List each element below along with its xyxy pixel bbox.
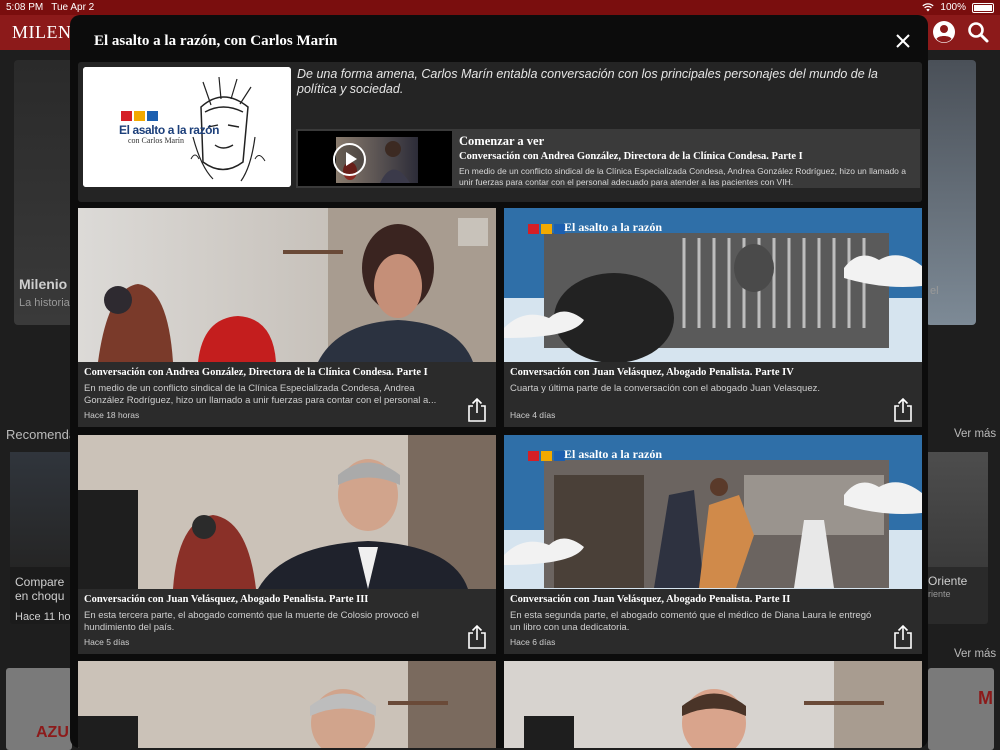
continue-watching-card[interactable]: Comenzar a ver Conversación con Andrea G…: [296, 129, 920, 188]
episode-description: En medio de un conflicto sindical de la …: [84, 383, 437, 406]
episode-thumbnail[interactable]: [78, 661, 496, 748]
share-icon[interactable]: [466, 624, 488, 650]
cover-subtitle: con Carlos Marín: [128, 136, 184, 145]
program-cover-image: El asalto a la razón con Carlos Marín: [83, 67, 291, 187]
thumb-brand-mark: [528, 224, 565, 234]
cover-title: El asalto a la razón: [119, 123, 220, 137]
episode-thumbnail[interactable]: [78, 208, 496, 362]
background-hero-title: Milenio: [19, 276, 68, 292]
see-more-link[interactable]: Ver más: [954, 428, 996, 440]
status-bar: 5:08 PM Tue Apr 2 100%: [0, 0, 1000, 15]
episode-thumbnail[interactable]: El asalto a la razón: [504, 208, 922, 362]
episode-thumbnail[interactable]: [504, 661, 922, 748]
search-icon[interactable]: [966, 20, 990, 44]
episode-card[interactable]: Conversación con Juan Velásquez, Abogado…: [78, 435, 496, 654]
background-hero-right-text: el: [930, 285, 939, 297]
battery-percent: 100%: [940, 2, 966, 13]
episode-card[interactable]: El asalto a la razón Conversación con Ju…: [504, 435, 922, 654]
battery-icon: [972, 2, 994, 13]
background-card-left-time: Hace 11 ho: [15, 611, 71, 623]
thumb-brand-text: El asalto a la razón: [564, 220, 662, 234]
episode-card[interactable]: El asalto a la razón Conversación con Ju…: [504, 208, 922, 427]
status-date: Tue Apr 2: [51, 2, 95, 13]
episode-title: Conversación con Juan Velásquez, Abogado…: [510, 367, 794, 378]
episode-title: Conversación con Juan Velásquez, Abogado…: [84, 594, 369, 605]
episode-date: Hace 5 días: [84, 637, 130, 647]
episode-title: Conversación con Andrea González, Direct…: [84, 367, 428, 378]
background-section-title: Recomenda: [6, 427, 77, 442]
thumb-brand-mark: [528, 451, 565, 461]
background-hero-subtitle: La historia: [19, 297, 70, 309]
program-description: De una forma amena, Carlos Marín entabla…: [297, 67, 878, 96]
episode-title: Conversación con Juan Velásquez, Abogado…: [510, 594, 791, 605]
episode-date: Hace 4 días: [510, 410, 556, 420]
episode-card[interactable]: [78, 661, 496, 748]
background-card-left-title: Compare en choqu: [15, 575, 65, 603]
close-icon[interactable]: [894, 32, 912, 50]
continue-episode-description: En medio de un conflicto sindical de la …: [459, 166, 906, 187]
see-more-link-2[interactable]: Ver más: [954, 648, 996, 660]
background-card-bottom-right[interactable]: M: [928, 668, 994, 750]
share-icon[interactable]: [892, 624, 914, 650]
episode-description: En esta segunda parte, el abogado coment…: [510, 610, 872, 633]
episode-thumbnail[interactable]: [78, 435, 496, 589]
episode-date: Hace 18 horas: [84, 410, 140, 420]
background-card-bottom-left[interactable]: AZU: [6, 668, 72, 750]
episode-card[interactable]: Conversación con Andrea González, Direct…: [78, 208, 496, 427]
wifi-icon: [922, 3, 935, 12]
modal-title: El asalto a la razón, con Carlos Marín: [94, 33, 338, 49]
share-icon[interactable]: [466, 397, 488, 423]
play-icon[interactable]: [333, 143, 366, 176]
continue-episode-title: Conversación con Andrea González, Direct…: [459, 151, 803, 162]
background-card-right-sub: riente: [928, 589, 951, 599]
status-time: 5:08 PM: [6, 2, 44, 13]
program-header: El asalto a la razón con Carlos Marín De…: [78, 62, 922, 202]
share-icon[interactable]: [892, 397, 914, 423]
episode-date: Hace 6 días: [510, 637, 556, 647]
episode-description: En esta tercera parte, el abogado coment…: [84, 610, 419, 633]
episode-thumbnail[interactable]: El asalto a la razón: [504, 435, 922, 589]
program-modal: El asalto a la razón, con Carlos Marín E…: [70, 15, 928, 748]
continue-label: Comenzar a ver: [459, 134, 545, 148]
episode-description: Cuarta y última parte de la conversación…: [510, 383, 821, 394]
episode-card[interactable]: [504, 661, 922, 748]
continue-thumbnail[interactable]: [298, 131, 452, 186]
account-icon[interactable]: [932, 20, 956, 44]
background-card-right-title: Oriente: [928, 574, 968, 588]
thumb-brand-text: El asalto a la razón: [564, 447, 662, 461]
